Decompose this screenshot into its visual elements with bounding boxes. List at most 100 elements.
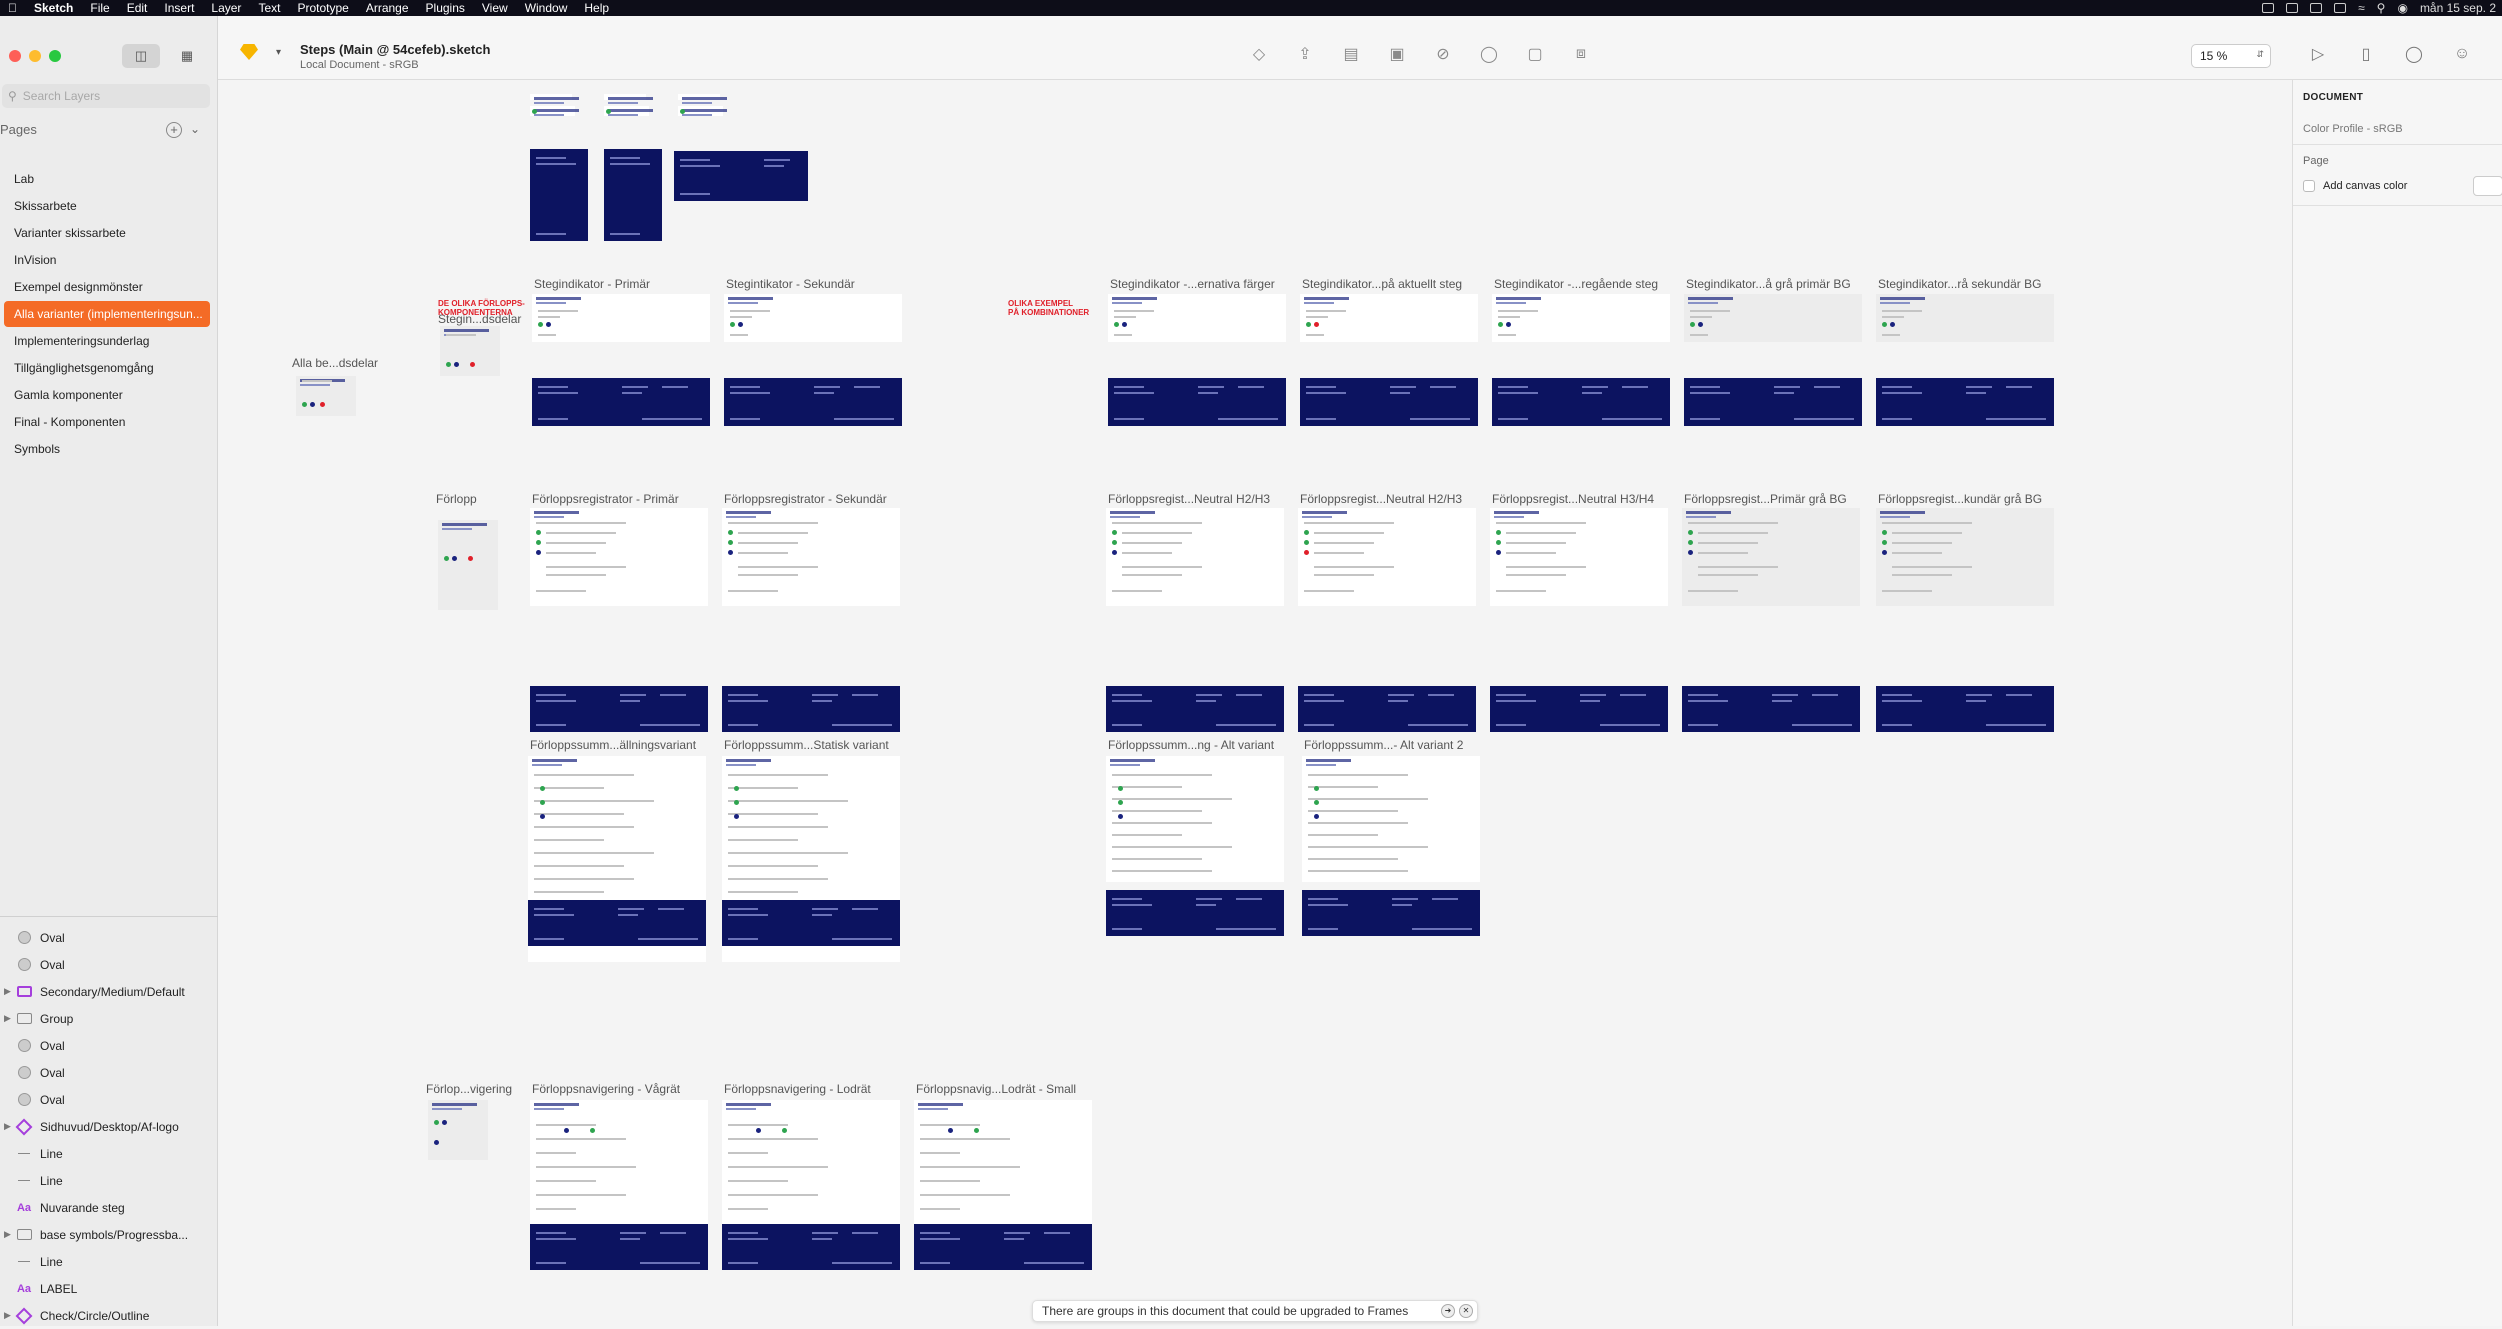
chevron-right-icon[interactable]: ▶: [4, 986, 14, 997]
artboard[interactable]: [1300, 294, 1478, 342]
search-layers-input[interactable]: [22, 89, 193, 103]
artboard-title[interactable]: Stegindikator -...ernativa färger: [1110, 277, 1275, 291]
artboard-title[interactable]: Förloppsregistrator - Sekundär: [724, 492, 887, 506]
add-canvas-color-row[interactable]: Add canvas color: [2303, 180, 2407, 192]
close-window-button[interactable]: [9, 50, 21, 62]
arrow-right-icon[interactable]: ➜: [1441, 1304, 1455, 1318]
artboard[interactable]: [1108, 294, 1286, 342]
artboard[interactable]: [428, 1100, 488, 1160]
layer-row[interactable]: ▶ base symbols/Progressba...: [0, 1221, 218, 1248]
page-item[interactable]: Alla varianter (implementeringsun...: [4, 301, 210, 327]
menu-window[interactable]: Window: [525, 1, 568, 15]
layer-row[interactable]: Aa LABEL: [0, 1275, 218, 1302]
control-center-icon[interactable]: ◉: [2397, 1, 2407, 15]
artboard[interactable]: [530, 1100, 708, 1226]
menu-file[interactable]: File: [90, 1, 109, 15]
artboard[interactable]: [530, 94, 579, 104]
canvas-color-swatch[interactable]: [2473, 176, 2502, 196]
page-item[interactable]: Exempel designmönster: [4, 274, 210, 300]
chevron-down-icon[interactable]: ▾: [276, 47, 281, 58]
layer-row[interactable]: ▶ Sidhuvud/Desktop/Af-logo: [0, 1113, 218, 1140]
artboard[interactable]: [296, 376, 356, 416]
comment-icon[interactable]: ◯: [2390, 42, 2438, 66]
chevron-right-icon[interactable]: ▶: [4, 1121, 14, 1132]
artboard[interactable]: [530, 106, 579, 116]
search-icon[interactable]: ⚲: [2377, 1, 2386, 15]
resize-icon[interactable]: ▢: [1512, 42, 1558, 66]
artboard[interactable]: [1684, 294, 1862, 342]
artboard-title[interactable]: Förloppsregist...Neutral H3/H4: [1492, 492, 1654, 506]
page-item[interactable]: Symbols: [4, 436, 210, 462]
artboard-title[interactable]: Förloppsregist...Neutral H2/H3: [1300, 492, 1462, 506]
artboard-title[interactable]: Förloppssumm...ng - Alt variant: [1108, 738, 1274, 752]
chevron-right-icon[interactable]: ▶: [4, 1229, 14, 1240]
menu-text[interactable]: Text: [258, 1, 280, 15]
layer-row[interactable]: Line: [0, 1248, 218, 1275]
artboard-title[interactable]: Stegintikator - Sekundär: [726, 277, 855, 291]
artboard[interactable]: [1106, 508, 1284, 606]
wifi-icon[interactable]: ≈: [2358, 1, 2365, 15]
menu-help[interactable]: Help: [584, 1, 609, 15]
artboard-title[interactable]: Förlop...vigering: [426, 1082, 512, 1096]
page-item[interactable]: Varianter skissarbete: [4, 220, 210, 246]
artboard[interactable]: [1876, 294, 2054, 342]
menu-plugins[interactable]: Plugins: [426, 1, 465, 15]
chevron-right-icon[interactable]: ▶: [4, 1310, 14, 1321]
artboard[interactable]: [722, 508, 900, 606]
page-item[interactable]: Skissarbete: [4, 193, 210, 219]
export-icon[interactable]: ⇪: [1282, 42, 1328, 66]
artboard-title[interactable]: Stegindikator...rå sekundär BG: [1878, 277, 2041, 291]
layer-row[interactable]: Oval: [0, 951, 218, 978]
artboard-title[interactable]: Förloppsregist...kundär grå BG: [1878, 492, 2042, 506]
artboard-title[interactable]: Förloppsnavig...Lodrät - Small: [916, 1082, 1076, 1096]
color-profile[interactable]: Color Profile - sRGB: [2303, 123, 2403, 135]
layer-row[interactable]: Line: [0, 1167, 218, 1194]
artboard-title[interactable]: Förlopp: [436, 492, 477, 506]
close-icon[interactable]: ✕: [1459, 1304, 1473, 1318]
layer-row[interactable]: Oval: [0, 1059, 218, 1086]
battery-icon[interactable]: [2334, 3, 2347, 13]
artboard-title[interactable]: Förloppsregistrator - Primär: [532, 492, 679, 506]
sidebar-toggle-icon[interactable]: ◫: [122, 44, 160, 68]
menu-view[interactable]: View: [482, 1, 508, 15]
artboard[interactable]: [722, 1100, 900, 1226]
artboard[interactable]: [438, 520, 498, 610]
artboard-title[interactable]: Förloppssumm...ällningsvariant: [530, 738, 696, 752]
artboard[interactable]: [1298, 508, 1476, 606]
mirror-icon[interactable]: ▯: [2342, 42, 2390, 66]
menu-layer[interactable]: Layer: [211, 1, 241, 15]
menu-prototype[interactable]: Prototype: [297, 1, 348, 15]
artboard[interactable]: [604, 94, 653, 104]
page-item[interactable]: Gamla komponenter: [4, 382, 210, 408]
create-symbol-icon[interactable]: ◇: [1236, 42, 1282, 66]
sketch-document-icon[interactable]: [240, 44, 260, 60]
artboard[interactable]: [530, 508, 708, 606]
layer-row[interactable]: Oval: [0, 1086, 218, 1113]
artboard[interactable]: [1106, 756, 1284, 882]
layer-row[interactable]: Aa Nuvarande steg: [0, 1194, 218, 1221]
zoom-window-button[interactable]: [49, 50, 61, 62]
artboard-title[interactable]: Förloppsnavigering - Vågrät: [532, 1082, 680, 1096]
chevron-down-icon[interactable]: ⌄: [190, 122, 200, 136]
page-item[interactable]: Implementeringsunderlag: [4, 328, 210, 354]
notification-icon[interactable]: ◉: [2486, 42, 2502, 66]
apple-icon[interactable]: : [8, 1, 24, 15]
layer-row[interactable]: ▶ Check/Circle/Outline: [0, 1302, 218, 1329]
status-icon[interactable]: [2262, 3, 2275, 13]
layer-row[interactable]: ▶ Group: [0, 1005, 218, 1032]
artboard[interactable]: [1302, 756, 1480, 882]
insert-icon[interactable]: ▤: [1328, 42, 1374, 66]
chevron-right-icon[interactable]: ▶: [4, 1013, 14, 1024]
layer-row[interactable]: ▶ Secondary/Medium/Default: [0, 978, 218, 1005]
menu-arrange[interactable]: Arrange: [366, 1, 409, 15]
artboard-title[interactable]: Förloppssumm...Statisk variant: [724, 738, 889, 752]
layer-row[interactable]: Oval: [0, 924, 218, 951]
canvas-color-checkbox[interactable]: [2303, 180, 2315, 192]
artboard-title[interactable]: Förloppssumm...- Alt variant 2: [1304, 738, 1463, 752]
menu-app[interactable]: Sketch: [34, 1, 73, 15]
status-icon[interactable]: [2286, 3, 2299, 13]
artboard[interactable]: [1490, 508, 1668, 606]
artboard[interactable]: [532, 294, 710, 342]
minimize-window-button[interactable]: [29, 50, 41, 62]
page-item[interactable]: InVision: [4, 247, 210, 273]
